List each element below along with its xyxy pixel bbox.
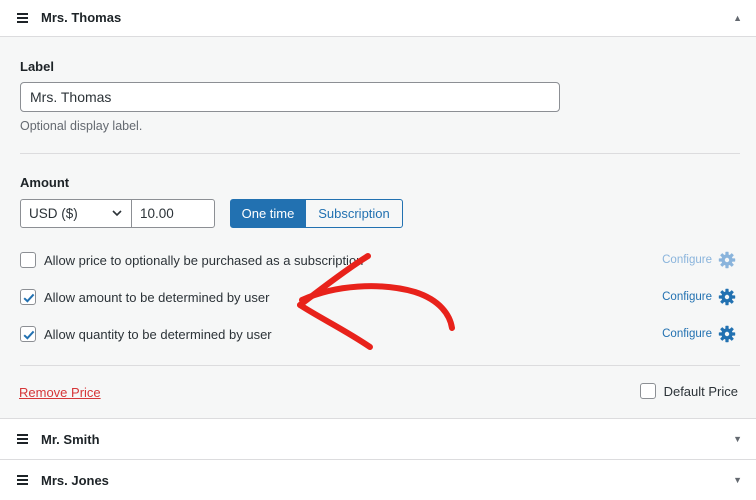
checkmark-icon — [23, 330, 35, 340]
option-subscription-row[interactable]: Allow price to optionally be purchased a… — [20, 251, 736, 269]
triangle-down-icon[interactable]: ▼ — [733, 475, 742, 485]
configure-subscription-link[interactable]: Configure — [662, 251, 736, 269]
divider — [20, 365, 740, 366]
price-panel-header-jones[interactable]: Mrs. Jones ▼ — [0, 459, 756, 500]
currency-select[interactable]: USD ($) — [20, 199, 132, 228]
price-panel-header[interactable]: Mrs. Thomas ▲ — [0, 0, 756, 37]
amount-field-label: Amount — [20, 175, 70, 190]
price-panel-title: Mrs. Thomas — [41, 10, 122, 25]
label-help-text: Optional display label. — [20, 119, 143, 133]
label-input[interactable] — [20, 82, 560, 112]
configure-label: Configure — [662, 254, 712, 266]
drag-handle-icon[interactable] — [17, 434, 28, 444]
configure-quantity-link[interactable]: Configure — [662, 325, 736, 343]
amount-input[interactable] — [131, 199, 215, 228]
price-panel-title: Mrs. Jones — [41, 472, 109, 488]
one-time-button[interactable]: One time — [230, 199, 306, 228]
default-price-checkbox[interactable] — [639, 383, 656, 399]
gear-icon — [718, 251, 736, 269]
default-price-label: Default Price — [663, 383, 738, 399]
divider — [20, 153, 740, 154]
remove-price-link[interactable]: Remove Price — [19, 385, 101, 400]
option-quantity-row[interactable]: Allow quantity to be determined by user … — [20, 325, 736, 343]
configure-amount-link[interactable]: Configure — [662, 288, 736, 306]
triangle-up-icon[interactable]: ▲ — [733, 13, 742, 23]
default-price-option[interactable]: Default Price — [639, 383, 738, 399]
option-amount-row[interactable]: Allow amount to be determined by user Co… — [20, 288, 736, 306]
drag-handle-icon[interactable] — [17, 475, 28, 485]
subscription-checkbox[interactable] — [20, 252, 36, 268]
gear-icon — [718, 325, 736, 343]
price-panel-header-smith[interactable]: Mr. Smith ▼ — [0, 418, 756, 459]
currency-value: USD ($) — [29, 206, 78, 221]
configure-label: Configure — [662, 328, 712, 340]
quantity-checkbox[interactable] — [20, 326, 36, 342]
subscription-button[interactable]: Subscription — [305, 199, 403, 228]
label-field-label: Label — [20, 59, 54, 74]
amount-checkbox[interactable] — [20, 289, 36, 305]
chevron-down-icon — [112, 210, 122, 217]
configure-label: Configure — [662, 291, 712, 303]
drag-handle-icon[interactable] — [17, 12, 28, 23]
option-amount-label: Allow amount to be determined by user — [44, 289, 270, 305]
option-quantity-label: Allow quantity to be determined by user — [44, 326, 272, 342]
option-subscription-label: Allow price to optionally be purchased a… — [44, 252, 364, 268]
triangle-down-icon[interactable]: ▼ — [733, 434, 742, 444]
checkmark-icon — [23, 293, 35, 303]
price-panel-title: Mr. Smith — [41, 431, 100, 447]
gear-icon — [718, 288, 736, 306]
